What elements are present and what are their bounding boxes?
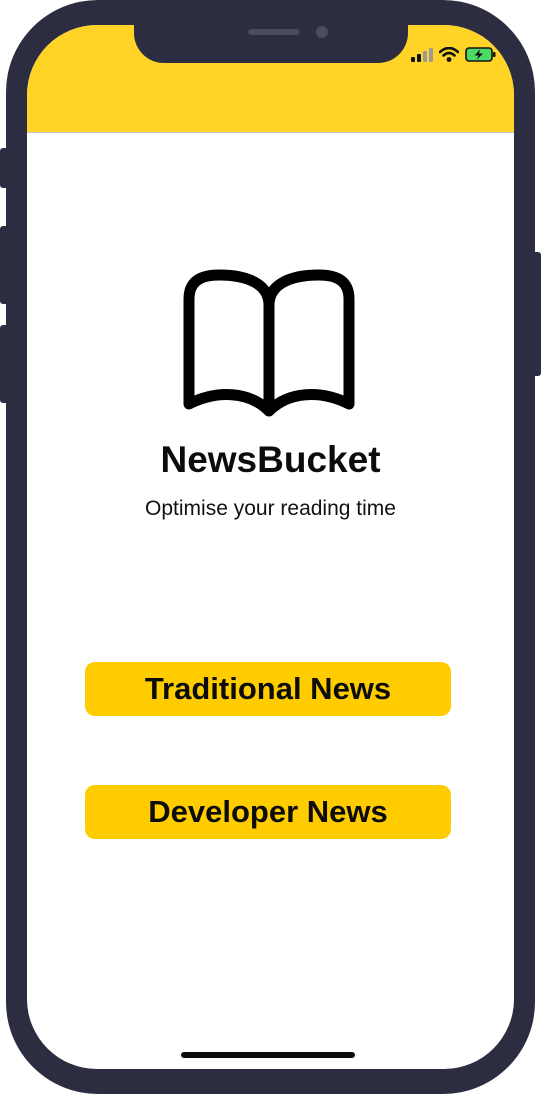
- open-book-icon: [183, 269, 355, 417]
- traditional-news-button[interactable]: Traditional News: [85, 662, 451, 716]
- home-indicator[interactable]: [181, 1052, 355, 1058]
- developer-news-button[interactable]: Developer News: [85, 785, 451, 839]
- phone-screen: NewsBucket Optimise your reading time Tr…: [27, 25, 514, 1069]
- battery-charging-icon: [465, 47, 496, 62]
- status-bar: [411, 47, 496, 62]
- phone-frame: NewsBucket Optimise your reading time Tr…: [6, 0, 535, 1094]
- device-notch: [134, 25, 408, 63]
- app-title: NewsBucket: [160, 439, 381, 480]
- wifi-icon: [439, 47, 459, 62]
- app-tagline: Optimise your reading time: [145, 497, 396, 520]
- speaker-grille: [248, 29, 300, 35]
- canvas: NewsBucket Optimise your reading time Tr…: [0, 0, 541, 1094]
- front-camera: [316, 26, 328, 38]
- cellular-signal-icon: [411, 47, 433, 62]
